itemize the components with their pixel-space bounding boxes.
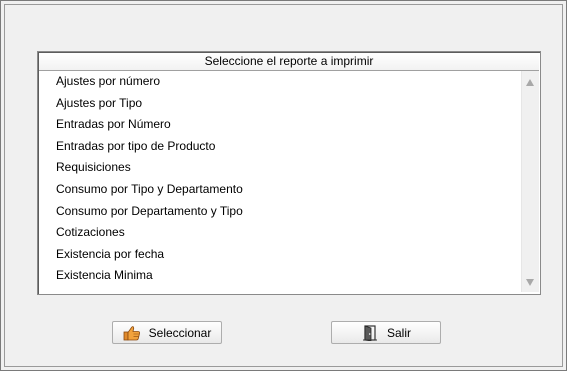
list-item[interactable]: Entradas por Número [39,114,522,136]
list-item[interactable]: Ajustes por Tipo [39,93,522,115]
list-item[interactable]: Entradas por tipo de Producto [39,136,522,158]
list-item[interactable]: Consumo por Tipo y Departamento [39,179,522,201]
door-exit-icon [361,324,379,341]
report-list[interactable]: Seleccione el reporte a imprimir Ajustes… [37,51,541,295]
thumbs-up-icon [123,325,141,341]
exit-button[interactable]: Salir [331,321,441,344]
scroll-down-arrow-icon[interactable] [526,279,534,286]
list-item[interactable]: Consumo por Departamento y Tipo [39,201,522,223]
list-item[interactable]: Ajustes por número [39,71,522,93]
list-item[interactable]: Existencia por fecha [39,244,522,266]
list-item[interactable]: Cotizaciones [39,222,522,244]
list-item[interactable]: Requisiciones [39,157,522,179]
list-item[interactable]: Existencia Minima [39,265,522,287]
select-button[interactable]: Seleccionar [112,321,222,344]
report-list-body[interactable]: Ajustes por número Ajustes por Tipo Entr… [39,71,522,292]
select-button-label: Seleccionar [148,325,212,340]
report-list-header: Seleccione el reporte a imprimir [39,53,539,71]
exit-button-label: Salir [386,325,411,340]
report-selection-window: Seleccione el reporte a imprimir Ajustes… [0,0,567,371]
vertical-scrollbar[interactable] [521,71,539,292]
scroll-up-arrow-icon[interactable] [526,79,534,86]
